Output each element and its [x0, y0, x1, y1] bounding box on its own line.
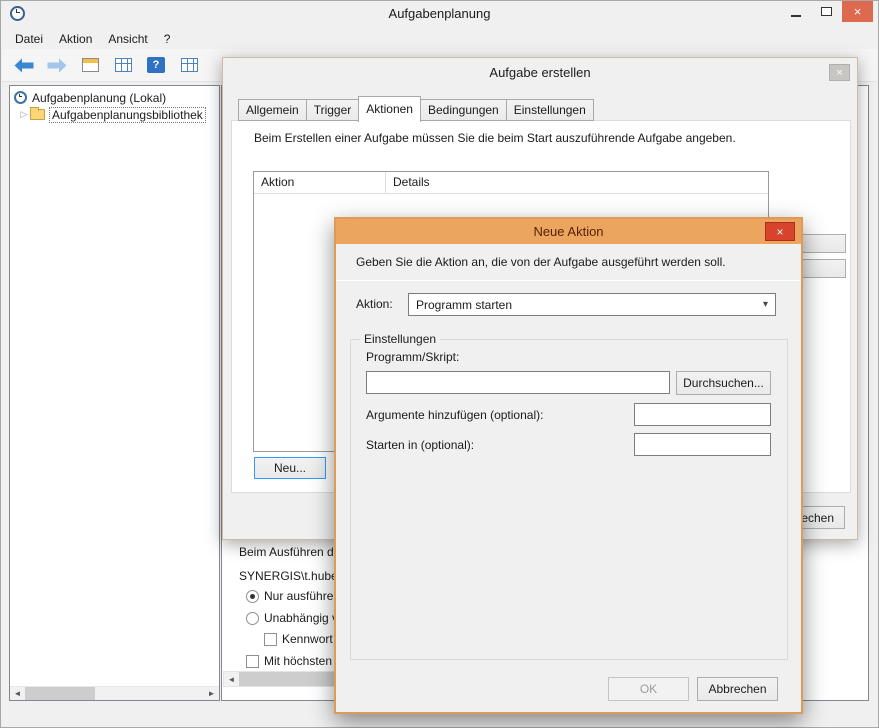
maximize-icon	[821, 7, 832, 16]
tab-bedingungen[interactable]: Bedingungen	[420, 99, 507, 121]
preview-account-value: SYNERGIS\t.huber	[239, 569, 342, 583]
start-in-label: Starten in (optional):	[366, 438, 474, 452]
new-action-dialog: Neue Aktion × Geben Sie die Aktion an, d…	[334, 217, 803, 714]
create-task-tabs: Allgemein Trigger Aktionen Bedingungen E…	[238, 95, 593, 121]
main-window-title: Aufgabenplanung	[1, 1, 878, 27]
tree-item-library-label: Aufgabenplanungsbibliothek	[49, 107, 206, 123]
tab-allgemein[interactable]: Allgemein	[238, 99, 307, 121]
menu-item-hilfe[interactable]: ?	[156, 29, 179, 49]
scrollbar-track[interactable]	[95, 687, 204, 700]
close-icon: ×	[836, 67, 842, 79]
console-tree-toggle-button[interactable]	[111, 53, 135, 77]
action-pane-toggle-button[interactable]	[177, 53, 201, 77]
chevron-down-icon: ▾	[756, 299, 775, 310]
create-task-titlebar[interactable]: Aufgabe erstellen	[223, 58, 857, 88]
back-arrow-icon	[14, 58, 34, 73]
action-select-value: Programm starten	[409, 298, 756, 312]
clock-icon	[14, 91, 27, 104]
radio-icon[interactable]	[246, 612, 259, 625]
console-tree-icon	[115, 58, 132, 72]
tab-trigger[interactable]: Trigger	[306, 99, 360, 121]
import-task-button[interactable]	[78, 53, 102, 77]
ok-button[interactable]: OK	[608, 677, 689, 701]
arguments-label: Argumente hinzufügen (optional):	[366, 408, 543, 422]
new-action-button[interactable]: Neu...	[254, 457, 326, 479]
console-tree-panel: Aufgabenplanung (Lokal) ▷ Aufgabenplanun…	[9, 85, 220, 701]
scroll-right-icon[interactable]: ►	[204, 687, 219, 700]
maximize-button[interactable]	[811, 1, 842, 22]
menubar: Datei Aktion Ansicht ?	[7, 29, 178, 49]
scroll-left-icon[interactable]: ◄	[224, 672, 239, 686]
separator	[336, 280, 801, 281]
tree-item-library[interactable]: ▷ Aufgabenplanungsbibliothek	[18, 106, 206, 123]
start-in-input[interactable]	[634, 433, 771, 456]
tree-item-root-label: Aufgabenplanung (Lokal)	[32, 91, 166, 105]
tab-einstellungen[interactable]: Einstellungen	[506, 99, 594, 121]
column-header-details[interactable]: Details	[386, 172, 768, 193]
radio-icon[interactable]	[246, 590, 259, 603]
new-action-close-button[interactable]: ×	[765, 222, 795, 241]
checkbox-icon[interactable]	[246, 655, 259, 668]
tree-item-root[interactable]: Aufgabenplanung (Lokal)	[14, 89, 166, 106]
forward-arrow-icon	[47, 58, 67, 73]
help-button[interactable]: ?	[144, 53, 168, 77]
screen: Aufgabenplanung × Datei Aktion Ansicht ?	[0, 0, 879, 728]
new-action-cancel-button[interactable]: Abbrechen	[697, 677, 778, 701]
action-pane-icon	[181, 58, 198, 72]
tab-aktionen[interactable]: Aktionen	[358, 96, 421, 122]
program-input[interactable]	[366, 371, 670, 394]
close-icon: ×	[776, 225, 783, 239]
program-label: Programm/Skript:	[366, 350, 459, 364]
menu-item-aktion[interactable]: Aktion	[51, 29, 100, 49]
settings-group-label: Einstellungen	[360, 332, 440, 346]
scrollbar-thumb[interactable]	[239, 672, 349, 686]
minimize-button[interactable]	[780, 1, 811, 22]
browse-button[interactable]: Durchsuchen...	[676, 371, 771, 395]
close-button[interactable]: ×	[842, 1, 873, 22]
new-action-titlebar[interactable]: Neue Aktion	[336, 219, 801, 244]
folder-icon	[30, 109, 45, 120]
forward-button[interactable]	[45, 53, 69, 77]
back-button[interactable]	[12, 53, 36, 77]
main-titlebar[interactable]: Aufgabenplanung ×	[1, 1, 878, 27]
help-icon: ?	[147, 57, 165, 73]
actions-description: Beim Erstellen einer Aufgabe müssen Sie …	[254, 131, 839, 145]
checkbox-icon[interactable]	[264, 633, 277, 646]
action-label: Aktion:	[356, 297, 393, 311]
tree-horizontal-scrollbar[interactable]: ◄ ►	[10, 686, 219, 700]
minimize-icon	[791, 15, 801, 17]
actions-table-header: Aktion Details	[254, 172, 768, 194]
arguments-input[interactable]	[634, 403, 771, 426]
menu-item-ansicht[interactable]: Ansicht	[100, 29, 155, 49]
action-select[interactable]: Programm starten ▾	[408, 293, 776, 316]
scroll-left-icon[interactable]: ◄	[10, 687, 25, 700]
expander-icon[interactable]: ▷	[18, 109, 30, 120]
scrollbar-thumb[interactable]	[25, 687, 95, 700]
menu-item-datei[interactable]: Datei	[7, 29, 51, 49]
create-task-close-button[interactable]: ×	[829, 64, 850, 81]
close-icon: ×	[854, 4, 862, 19]
column-header-aktion[interactable]: Aktion	[254, 172, 386, 193]
new-action-description: Geben Sie die Aktion an, die von der Auf…	[356, 255, 726, 269]
window-icon	[82, 58, 99, 72]
